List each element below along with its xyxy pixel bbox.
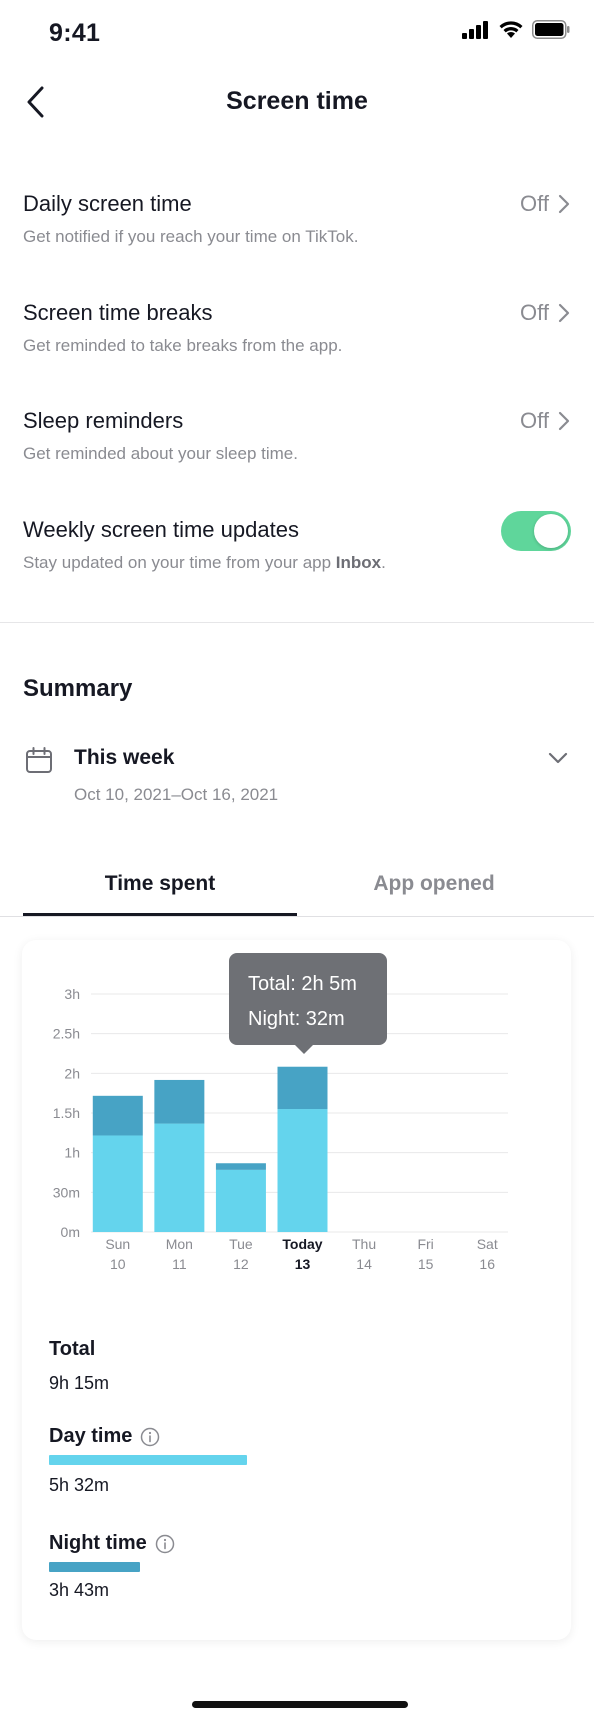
tooltip-arrow xyxy=(294,1044,314,1054)
x-tick-label: Thu xyxy=(352,1236,376,1252)
battery-icon xyxy=(532,20,570,39)
setting-value-button[interactable]: Off xyxy=(520,191,570,217)
week-range: Oct 10, 2021–Oct 16, 2021 xyxy=(74,785,279,804)
info-icon[interactable] xyxy=(155,1534,175,1554)
summary-card: 0m 30m 1h 1.5h 2h 2.5h 3h Sun 10 Mon 11 Tue 12 Today 1… xyxy=(22,940,571,1640)
status-icons xyxy=(462,20,570,39)
x-tick-date: 16 xyxy=(479,1256,495,1272)
tooltip-night: Night: 32m xyxy=(248,1008,345,1030)
bar-day-segment[interactable] xyxy=(215,1169,266,1232)
x-tick-date: 11 xyxy=(172,1256,187,1272)
chart-tooltip: Total: 2h 5m Night: 32m xyxy=(229,953,387,1054)
section-divider xyxy=(0,622,594,623)
bar-day-segment[interactable] xyxy=(277,1109,328,1232)
x-tick-label: Sat xyxy=(477,1236,498,1252)
chevron-right-icon xyxy=(558,303,570,323)
y-tick-label: 1h xyxy=(64,1145,80,1161)
page-title: Screen time xyxy=(226,87,368,115)
bar-night-segment[interactable] xyxy=(154,1079,205,1124)
setting-subtitle: Get notified if you reach your time on T… xyxy=(23,227,359,246)
bar-night-segment[interactable] xyxy=(215,1163,266,1170)
signal-icon xyxy=(462,20,488,39)
x-tick-date: 14 xyxy=(356,1256,372,1272)
setting-value-button[interactable]: Off xyxy=(520,300,570,326)
setting-value-text: Off xyxy=(520,408,549,433)
x-tick-date: 13 xyxy=(295,1256,311,1272)
y-tick-label: 3h xyxy=(64,986,80,1002)
wifi-icon xyxy=(499,21,523,38)
info-icon[interactable] xyxy=(140,1427,160,1447)
status-bar: 9:41 xyxy=(0,0,594,66)
subtitle-suffix: . xyxy=(381,553,386,572)
y-tick-label: 2h xyxy=(64,1065,80,1081)
home-indicator xyxy=(192,1701,408,1708)
tooltip-total: Total: 2h 5m xyxy=(248,973,357,995)
x-tick-label: Mon xyxy=(166,1236,193,1252)
x-tick-date: 15 xyxy=(418,1256,434,1272)
tab-bar: Time spent App opened xyxy=(0,862,594,917)
bar-night-segment[interactable] xyxy=(92,1095,143,1136)
day-time-label: Day time xyxy=(49,1425,160,1448)
week-selector[interactable]: This week Oct 10, 2021–Oct 16, 2021 xyxy=(0,740,594,810)
setting-subtitle: Get reminded about your sleep time. xyxy=(23,444,298,463)
x-tick-label: Fri xyxy=(417,1236,433,1252)
x-tick-date: 12 xyxy=(233,1256,249,1272)
summary-title: Summary xyxy=(23,675,133,702)
y-tick-label: 0m xyxy=(61,1224,80,1240)
x-tick-label: Sun xyxy=(105,1236,130,1252)
weekly-updates-toggle[interactable] xyxy=(501,511,571,551)
tab-app-opened[interactable]: App opened xyxy=(297,872,571,896)
setting-title: Sleep reminders xyxy=(23,408,184,433)
x-tick-label: Tue xyxy=(229,1236,253,1252)
chevron-right-icon xyxy=(558,194,570,214)
nav-bar: Screen time xyxy=(0,66,594,142)
chevron-down-icon xyxy=(548,752,568,764)
setting-daily-screen-time[interactable]: Daily screen time Get notified if you re… xyxy=(0,191,594,291)
setting-subtitle: Stay updated on your time from your app … xyxy=(23,553,386,573)
night-time-label: Night time xyxy=(49,1532,175,1555)
setting-sleep-reminders[interactable]: Sleep reminders Get reminded about your … xyxy=(0,408,594,508)
setting-screen-time-breaks[interactable]: Screen time breaks Get reminded to take … xyxy=(0,300,594,400)
y-tick-label: 30m xyxy=(53,1184,80,1200)
day-time-bar xyxy=(49,1455,247,1465)
setting-value-text: Off xyxy=(520,191,549,216)
x-tick-label: Today xyxy=(282,1236,322,1252)
bar-night-segment[interactable] xyxy=(277,1066,328,1110)
night-time-value: 3h 43m xyxy=(49,1580,110,1600)
setting-title: Weekly screen time updates xyxy=(23,517,299,542)
tab-time-spent[interactable]: Time spent xyxy=(23,872,297,896)
setting-weekly-updates: Weekly screen time updates Stay updated … xyxy=(0,511,594,617)
inbox-link[interactable]: Inbox xyxy=(336,553,381,572)
total-value: 9h 15m xyxy=(49,1373,110,1393)
total-label: Total xyxy=(49,1338,95,1361)
day-time-label-text: Day time xyxy=(49,1425,133,1447)
x-tick-date: 10 xyxy=(110,1256,126,1272)
setting-value-button[interactable]: Off xyxy=(520,408,570,434)
tab-underline xyxy=(23,913,297,916)
y-tick-label: 1.5h xyxy=(53,1105,80,1121)
setting-title: Daily screen time xyxy=(23,191,192,216)
night-time-bar xyxy=(49,1562,141,1572)
week-label: This week xyxy=(74,746,175,769)
bar-day-segment[interactable] xyxy=(92,1135,143,1232)
bar-day-segment[interactable] xyxy=(154,1123,205,1232)
setting-title: Screen time breaks xyxy=(23,300,213,325)
y-tick-label: 2.5h xyxy=(53,1026,80,1042)
night-time-label-text: Night time xyxy=(49,1532,147,1554)
calendar-icon xyxy=(26,747,52,773)
day-time-value: 5h 32m xyxy=(49,1475,110,1495)
status-time: 9:41 xyxy=(49,19,101,47)
subtitle-prefix: Stay updated on your time from your app xyxy=(23,553,336,572)
toggle-knob xyxy=(534,514,568,548)
setting-subtitle: Get reminded to take breaks from the app… xyxy=(23,336,343,355)
chevron-right-icon xyxy=(558,411,570,431)
setting-value-text: Off xyxy=(520,300,549,325)
total-label-text: Total xyxy=(49,1338,96,1360)
